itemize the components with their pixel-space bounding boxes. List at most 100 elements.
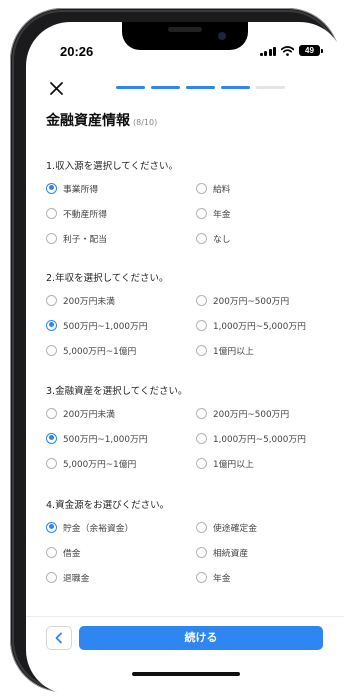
option-grid: 事業所得 給料不動産所得 年金利子・配当 なし	[46, 180, 336, 246]
option-label: 借金	[63, 548, 81, 559]
radio-option[interactable]: 事業所得	[46, 180, 196, 196]
option-grid: 貯金（余裕資金） 使途確定金借金 相続資産退職金 年金	[46, 519, 336, 585]
radio-option[interactable]: 500万円~1,000万円	[46, 430, 196, 446]
option-label: 年金	[213, 573, 231, 584]
option-label: 500万円~1,000万円	[63, 321, 148, 332]
radio-option[interactable]: 貯金（余裕資金）	[46, 519, 196, 535]
radio-option[interactable]: 年金	[196, 205, 336, 221]
option-label: 5,000万円~1億円	[63, 346, 137, 357]
radio-option[interactable]: なし	[196, 230, 336, 246]
radio-option[interactable]: 200万円未満	[46, 405, 196, 421]
radio-option[interactable]: 使途確定金	[196, 519, 336, 535]
radio-checked-icon[interactable]	[46, 319, 57, 331]
radio-checked-icon[interactable]	[46, 432, 57, 444]
radio-option[interactable]: 年金	[196, 569, 336, 585]
radio-unchecked-icon[interactable]	[196, 207, 207, 219]
option-label: 200万円~500万円	[213, 409, 290, 420]
radio-option[interactable]: 1,000万円~5,000万円	[196, 430, 336, 446]
radio-unchecked-icon[interactable]	[196, 319, 207, 331]
radio-unchecked-icon[interactable]	[46, 546, 57, 558]
option-label: 1,000万円~5,000万円	[213, 434, 306, 445]
radio-unchecked-icon[interactable]	[196, 407, 207, 419]
option-label: 貯金（余裕資金）	[63, 523, 134, 534]
radio-option[interactable]: 5,000万円~1億円	[46, 342, 196, 358]
footer-divider	[26, 616, 344, 617]
radio-unchecked-icon[interactable]	[196, 182, 207, 194]
radio-unchecked-icon[interactable]	[46, 571, 57, 583]
back-button[interactable]	[46, 626, 72, 650]
radio-unchecked-icon[interactable]	[196, 521, 207, 533]
option-label: なし	[213, 234, 231, 245]
radio-option[interactable]: 500万円~1,000万円	[46, 317, 196, 333]
section-title: 1.収入源を選択してください。	[46, 161, 178, 172]
question-section: 2.年収を選択してください。 200万円未満 200万円~500万円 500万円~1,…	[46, 270, 336, 358]
radio-unchecked-icon[interactable]	[196, 232, 207, 244]
page-title: 金融資産情報 (8/10)	[46, 110, 157, 130]
radio-unchecked-icon[interactable]	[46, 457, 57, 469]
radio-option[interactable]: 200万円~500万円	[196, 292, 336, 308]
radio-unchecked-icon[interactable]	[196, 344, 207, 356]
close-button[interactable]	[46, 78, 68, 100]
radio-option[interactable]: 200万円~500万円	[196, 405, 336, 421]
page-title-text: 金融資産情報	[46, 112, 130, 128]
radio-unchecked-icon[interactable]	[46, 207, 57, 219]
option-label: 200万円未満	[63, 409, 115, 420]
chevron-left-icon	[55, 632, 62, 644]
radio-option[interactable]: 利子・配当	[46, 230, 196, 246]
progress-bar	[116, 86, 285, 89]
radio-unchecked-icon[interactable]	[196, 571, 207, 583]
radio-option[interactable]: 200万円未満	[46, 292, 196, 308]
option-label: 利子・配当	[63, 234, 107, 245]
status-time: 20:26	[60, 44, 94, 59]
option-label: 相続資産	[213, 548, 249, 559]
section-title: 2.年収を選択してください。	[46, 273, 169, 284]
option-label: 事業所得	[63, 184, 99, 195]
question-section: 1.収入源を選択してください。事業所得 給料不動産所得 年金利子・配当 なし	[46, 158, 336, 246]
option-label: 500万円~1,000万円	[63, 434, 148, 445]
signal-icon	[259, 46, 276, 56]
radio-option[interactable]: 借金	[46, 544, 196, 560]
radio-option[interactable]: 退職金	[46, 569, 196, 585]
option-label: 使途確定金	[213, 523, 257, 534]
option-label: 5,000万円~1億円	[63, 459, 137, 470]
radio-unchecked-icon[interactable]	[46, 344, 57, 356]
option-label: 年金	[213, 209, 231, 220]
radio-option[interactable]: 1億円以上	[196, 455, 336, 471]
progress-segment	[116, 86, 145, 89]
radio-unchecked-icon[interactable]	[196, 432, 207, 444]
radio-unchecked-icon[interactable]	[46, 294, 57, 306]
radio-unchecked-icon[interactable]	[196, 294, 207, 306]
radio-option[interactable]: 給料	[196, 180, 336, 196]
option-label: 200万円未満	[63, 296, 115, 307]
option-label: 1億円以上	[213, 346, 254, 357]
step-counter: (8/10)	[133, 118, 158, 127]
radio-option[interactable]: 1億円以上	[196, 342, 336, 358]
option-label: 200万円~500万円	[213, 296, 290, 307]
option-label: 1,000万円~5,000万円	[213, 321, 306, 332]
radio-checked-icon[interactable]	[46, 182, 57, 194]
option-grid: 200万円未満 200万円~500万円 500万円~1,000万円 1,000万円~5…	[46, 292, 336, 358]
radio-option[interactable]: 相続資産	[196, 544, 336, 560]
option-label: 給料	[213, 184, 231, 195]
continue-button[interactable]: 続ける	[79, 626, 323, 650]
radio-unchecked-icon[interactable]	[196, 546, 207, 558]
option-label: 不動産所得	[63, 209, 107, 220]
option-grid: 200万円未満 200万円~500万円 500万円~1,000万円 1,000万円~5…	[46, 405, 336, 471]
section-title: 4.資金源をお選びください。	[46, 500, 170, 511]
phone-frame: 20:26 49 金融資産情報 (8/10) 1.収入源を選択してください。事業…	[10, 8, 344, 694]
progress-segment	[151, 86, 180, 89]
question-section: 3.金融資産を選択してください。 200万円未満 200万円~500万円 500万円~…	[46, 383, 336, 471]
radio-unchecked-icon[interactable]	[46, 232, 57, 244]
radio-option[interactable]: 不動産所得	[46, 205, 196, 221]
status-icons: 49	[259, 45, 323, 56]
progress-segment	[256, 86, 285, 89]
notch	[122, 22, 248, 50]
close-icon	[50, 82, 63, 95]
radio-checked-icon[interactable]	[46, 521, 57, 533]
radio-unchecked-icon[interactable]	[46, 407, 57, 419]
radio-option[interactable]: 5,000万円~1億円	[46, 455, 196, 471]
speaker	[168, 27, 202, 32]
radio-option[interactable]: 1,000万円~5,000万円	[196, 317, 336, 333]
radio-unchecked-icon[interactable]	[196, 457, 207, 469]
progress-segment	[221, 86, 250, 89]
